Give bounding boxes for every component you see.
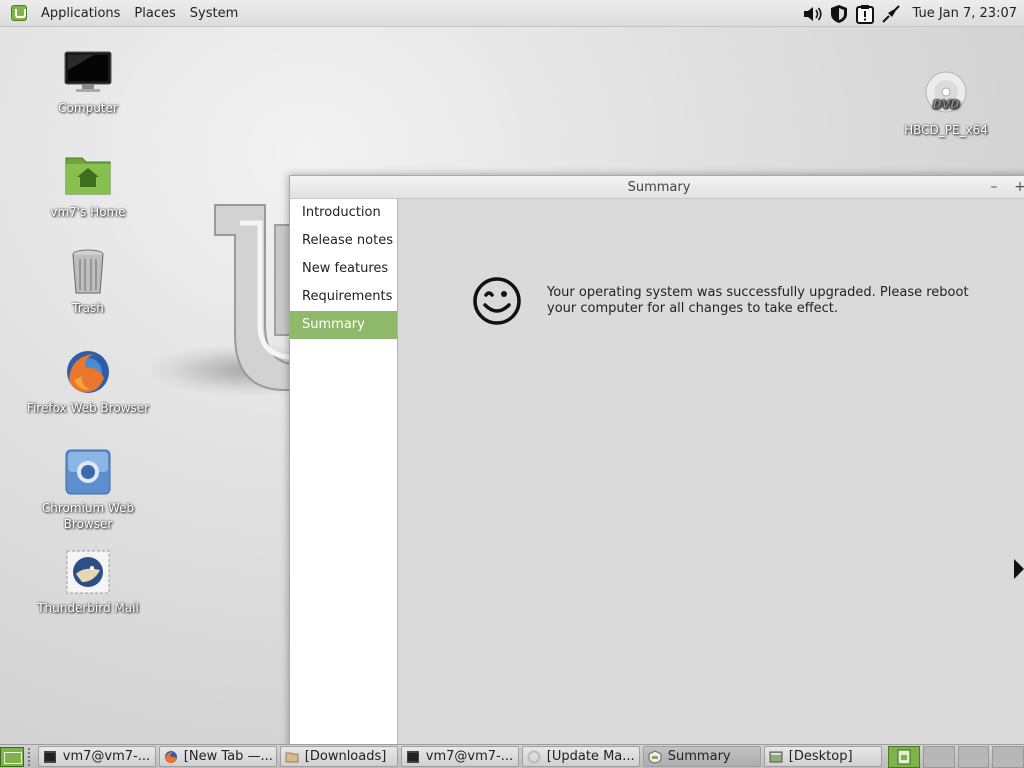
- success-message: Your operating system was successfully u…: [547, 285, 969, 316]
- desktop-icon-thunderbird[interactable]: Thunderbird Mail: [18, 548, 158, 616]
- taskbar-item-label: [Downloads]: [304, 749, 387, 764]
- update-warning-icon[interactable]: [854, 3, 876, 25]
- desktop-icon-computer[interactable]: Computer: [18, 48, 158, 116]
- menu-system[interactable]: System: [183, 0, 245, 27]
- thunderbird-icon: [64, 548, 112, 596]
- workspace-4[interactable]: [992, 745, 1024, 768]
- panel-handle[interactable]: [27, 747, 34, 766]
- update-manager-icon: [527, 750, 541, 763]
- taskbar-item-summary[interactable]: Summary: [642, 746, 761, 767]
- content-pane: Your operating system was successfully u…: [399, 199, 1024, 749]
- desktop-icon-dvd[interactable]: DVD HBCD_PE_x64: [876, 70, 1016, 138]
- sidebar-item-requirements[interactable]: Requirements: [290, 283, 397, 311]
- desktop-icon-trash[interactable]: Trash: [18, 248, 158, 316]
- taskbar-item-label: vm7@vm7-...: [425, 749, 514, 764]
- monitor-icon: [64, 48, 112, 96]
- sidebar-item-summary[interactable]: Summary: [290, 311, 397, 339]
- taskbar-item-desktop[interactable]: [Desktop]: [763, 746, 882, 767]
- desktop-icon-label: Thunderbird Mail: [37, 601, 139, 615]
- network-icon[interactable]: [880, 3, 902, 25]
- desktop-icon-firefox[interactable]: Firefox Web Browser: [18, 348, 158, 416]
- desktop-icon-label: vm7's Home: [50, 205, 126, 219]
- bottom-panel: vm7@vm7-... [New Tab —... [Downloads] vm…: [0, 744, 1024, 768]
- taskbar-item-downloads[interactable]: [Downloads]: [279, 746, 398, 767]
- sidebar-item-release-notes[interactable]: Release notes: [290, 227, 397, 255]
- svg-text:DVD: DVD: [933, 98, 960, 111]
- dvd-icon: DVD: [922, 70, 970, 118]
- firefox-icon: [64, 348, 112, 396]
- firefox-icon: [164, 750, 177, 763]
- taskbar-item-terminal-2[interactable]: vm7@vm7-...: [400, 746, 519, 767]
- shield-icon[interactable]: [828, 3, 850, 25]
- taskbar-item-label: [Update Ma...: [546, 749, 635, 764]
- desktop-icon-label: Trash: [72, 301, 104, 315]
- mint-upgrade-icon: [648, 749, 662, 764]
- desktop-icon-home[interactable]: vm7's Home: [18, 152, 158, 220]
- trash-icon: [64, 248, 112, 296]
- workspace-3[interactable]: [957, 745, 990, 768]
- menu-applications[interactable]: Applications: [34, 0, 127, 27]
- minimize-button[interactable]: –: [987, 176, 1001, 199]
- desktop-icon-label: Chromium Web Browser: [41, 501, 135, 531]
- show-desktop-button[interactable]: [0, 746, 24, 767]
- system-tray: Tue Jan 7, 23:07: [800, 0, 1024, 27]
- mint-workspace-icon: [897, 749, 911, 764]
- taskbar-item-firefox[interactable]: [New Tab —...: [158, 746, 277, 767]
- desktop-icon: [769, 751, 783, 762]
- taskbar-item-label: [New Tab —...: [183, 749, 273, 764]
- folder-icon: [285, 752, 299, 762]
- chromium-icon: [64, 448, 112, 496]
- volume-icon[interactable]: [802, 3, 824, 25]
- desktop-icon-label: Computer: [58, 101, 118, 115]
- workspace-1[interactable]: [887, 745, 920, 768]
- mouse-cursor-icon: [1014, 559, 1024, 579]
- terminal-icon: [43, 750, 56, 763]
- top-panel: Applications Places System Tue Jan 7, 23…: [0, 0, 1024, 27]
- window-title: Summary: [627, 180, 691, 195]
- taskbar-item-label: vm7@vm7-...: [62, 749, 151, 764]
- taskbar-item-label: Summary: [667, 749, 731, 764]
- taskbar-item-update-manager[interactable]: [Update Ma...: [521, 746, 640, 767]
- mint-menu-icon[interactable]: [11, 5, 27, 21]
- maximize-button[interactable]: +: [1013, 176, 1024, 199]
- window-titlebar[interactable]: Summary – +: [290, 176, 1024, 199]
- summary-window: Summary – + Introduction Release notes N…: [289, 175, 1024, 751]
- terminal-icon: [406, 750, 419, 763]
- home-folder-icon: [64, 152, 112, 200]
- taskbar-item-label: [Desktop]: [788, 749, 853, 764]
- desktop-icon-label: HBCD_PE_x64: [904, 123, 988, 137]
- sidebar-item-introduction[interactable]: Introduction: [290, 199, 397, 227]
- desktop-icon-label: Firefox Web Browser: [26, 401, 150, 415]
- wink-smiley-icon: [473, 277, 521, 325]
- sidebar-item-new-features[interactable]: New features: [290, 255, 397, 283]
- menu-places[interactable]: Places: [127, 0, 182, 27]
- workspace-2[interactable]: [922, 745, 955, 768]
- desktop-icon-chromium[interactable]: Chromium Web Browser: [18, 448, 158, 532]
- taskbar-item-terminal-1[interactable]: vm7@vm7-...: [37, 746, 156, 767]
- clock[interactable]: Tue Jan 7, 23:07: [912, 6, 1017, 21]
- sidebar: Introduction Release notes New features …: [290, 199, 398, 751]
